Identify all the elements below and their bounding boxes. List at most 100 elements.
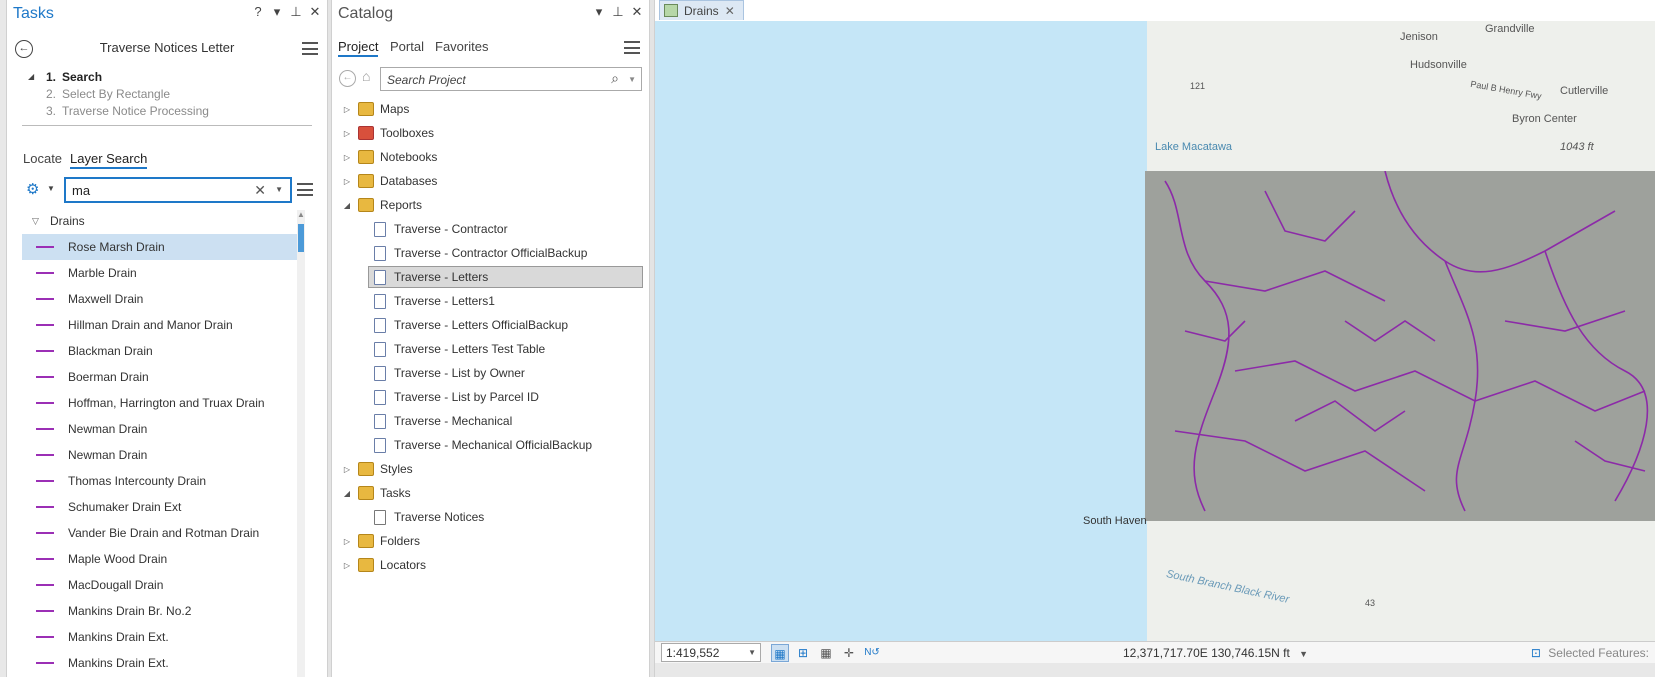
close-icon[interactable]: ✕ <box>631 4 643 20</box>
tab-layer-search[interactable]: Layer Search <box>70 151 148 169</box>
task-step-traverse-notice-processing[interactable]: 3. Traverse Notice Processing <box>22 102 209 119</box>
chevron-down-icon[interactable]: ▼ <box>628 75 636 84</box>
expand-icon[interactable]: ▷ <box>340 177 354 186</box>
chevron-down-icon[interactable]: ▾ <box>271 4 283 20</box>
task-step-select-by-rectangle[interactable]: 2. Select By Rectangle <box>22 85 209 102</box>
clear-icon[interactable]: ✕ <box>254 182 266 199</box>
constraints-icon[interactable]: ⊞ <box>794 644 812 662</box>
map-tab-drains[interactable]: Drains ✕ <box>659 0 744 20</box>
tasks-pane-controls: ? ▾ ⊥ ✕ <box>252 4 321 20</box>
tree-item-report[interactable]: Traverse - Letters1 <box>340 289 643 313</box>
tree-item-toolboxes[interactable]: ▷ Toolboxes <box>340 121 643 145</box>
chevron-down-icon[interactable]: ▼ <box>1299 649 1308 659</box>
result-row[interactable]: Marble Drain <box>22 260 297 286</box>
tree-item-report[interactable]: Traverse - Contractor OfficialBackup <box>340 241 643 265</box>
scale-selector[interactable]: 1:419,552 ▼ <box>661 643 761 662</box>
result-label: Boerman Drain <box>68 370 149 384</box>
expand-icon[interactable]: ▷ <box>340 561 354 570</box>
tree-item-styles[interactable]: ▷ Styles <box>340 457 643 481</box>
tab-project[interactable]: Project <box>338 39 379 57</box>
tree-item-notebooks[interactable]: ▷ Notebooks <box>340 145 643 169</box>
tab-locate[interactable]: Locate <box>23 151 62 166</box>
home-icon[interactable]: ⌂ <box>362 68 370 84</box>
collapse-icon[interactable]: ◢ <box>340 489 354 498</box>
line-symbol-icon <box>36 584 54 586</box>
search-input-value[interactable]: ma <box>72 183 90 198</box>
expand-icon[interactable]: ▷ <box>340 537 354 546</box>
task-step-search[interactable]: ◢ 1. Search <box>22 68 209 85</box>
result-row[interactable]: MacDougall Drain <box>22 572 297 598</box>
result-row[interactable]: Rose Marsh Drain <box>22 234 297 260</box>
result-row[interactable]: Mankins Drain Br. No.2 <box>22 598 297 624</box>
expand-icon[interactable]: ▷ <box>340 465 354 474</box>
line-symbol-icon <box>36 454 54 456</box>
result-row[interactable]: Maxwell Drain <box>22 286 297 312</box>
task-menu-icon[interactable] <box>302 42 318 55</box>
catalog-search-input[interactable]: Search Project ⌕ ▼ <box>380 67 642 91</box>
tree-item-report[interactable]: Traverse - List by Owner <box>340 361 643 385</box>
layer-search-input[interactable]: ma ✕ ▼ <box>64 177 292 203</box>
expand-icon[interactable]: ▷ <box>340 129 354 138</box>
result-row[interactable]: Blackman Drain <box>22 338 297 364</box>
search-icon[interactable]: ⌕ <box>611 70 619 87</box>
result-row[interactable]: Mankins Drain Ext. <box>22 624 297 650</box>
result-row[interactable]: Maple Wood Drain <box>22 546 297 572</box>
scrollbar-thumb[interactable] <box>298 224 304 252</box>
result-row[interactable]: Newman Drain <box>22 442 297 468</box>
result-row[interactable]: Boerman Drain <box>22 364 297 390</box>
tree-item-report[interactable]: Traverse - List by Parcel ID <box>340 385 643 409</box>
tree-item-locators[interactable]: ▷ Locators <box>340 553 643 577</box>
expand-icon[interactable]: ▷ <box>340 105 354 114</box>
chevron-down-icon[interactable]: ▼ <box>47 184 55 193</box>
report-label: Traverse - Letters Test Table <box>394 342 546 356</box>
result-row[interactable]: Thomas Intercounty Drain <box>22 468 297 494</box>
result-row[interactable]: Mankins Drain Ext. <box>22 650 297 676</box>
place-label: Byron Center <box>1512 113 1577 125</box>
tab-portal[interactable]: Portal <box>390 39 424 54</box>
chevron-down-icon[interactable]: ▾ <box>593 4 605 20</box>
crosshair-icon[interactable]: ✛ <box>840 644 858 662</box>
scroll-up-icon[interactable]: ▲ <box>297 210 305 219</box>
catalog-menu-icon[interactable] <box>624 41 640 54</box>
result-row[interactable]: Newman Drain <box>22 416 297 442</box>
filter-settings-icon[interactable]: ⚙ <box>26 180 39 198</box>
search-options-icon[interactable] <box>297 183 313 196</box>
tree-item-folders[interactable]: ▷ Folders <box>340 529 643 553</box>
result-row[interactable]: Hillman Drain and Manor Drain <box>22 312 297 338</box>
tree-item-databases[interactable]: ▷ Databases <box>340 169 643 193</box>
pin-icon[interactable]: ⊥ <box>612 4 624 20</box>
maps-folder-icon <box>358 102 374 116</box>
results-scrollbar[interactable]: ▲ <box>297 210 305 677</box>
close-icon[interactable]: ✕ <box>309 4 321 20</box>
pin-icon[interactable]: ⊥ <box>290 4 302 20</box>
north-arrow-icon[interactable]: N↺ <box>863 644 881 662</box>
back-icon[interactable]: ← <box>339 70 356 87</box>
result-row[interactable]: Hoffman, Harrington and Truax Drain <box>22 390 297 416</box>
tree-item-report[interactable]: Traverse - Letters <box>340 265 643 289</box>
map-canvas[interactable]: Jenison Grandville Hudsonville Cutlervil… <box>655 21 1655 641</box>
result-row[interactable]: Vander Bie Drain and Rotman Drain <box>22 520 297 546</box>
selected-features-indicator[interactable]: ⊡ Selected Features: <box>1531 646 1649 660</box>
results-group-header[interactable]: ▽ Drains <box>22 208 297 234</box>
tree-item-tasks[interactable]: ◢ Tasks <box>340 481 643 505</box>
close-icon[interactable]: ✕ <box>725 4 735 18</box>
tree-item-report[interactable]: Traverse - Letters OfficialBackup <box>340 313 643 337</box>
tree-item-report[interactable]: Traverse - Mechanical OfficialBackup <box>340 433 643 457</box>
tree-item-report[interactable]: Traverse - Mechanical <box>340 409 643 433</box>
result-label: Thomas Intercounty Drain <box>68 474 207 488</box>
tree-item-reports[interactable]: ◢ Reports <box>340 193 643 217</box>
chevron-down-icon[interactable]: ▼ <box>275 185 283 194</box>
tree-item-maps[interactable]: ▷ Maps <box>340 97 643 121</box>
help-icon[interactable]: ? <box>252 4 264 20</box>
result-row[interactable]: Schumaker Drain Ext <box>22 494 297 520</box>
divider <box>22 125 312 126</box>
tree-item-report[interactable]: Traverse - Contractor <box>340 217 643 241</box>
tree-item-task[interactable]: Traverse Notices <box>340 505 643 529</box>
snapping-icon[interactable]: ▦ <box>771 643 789 662</box>
expand-icon[interactable]: ▷ <box>340 153 354 162</box>
collapse-icon[interactable]: ◢ <box>340 201 354 210</box>
chevron-down-icon[interactable]: ▼ <box>748 648 756 657</box>
tree-item-report[interactable]: Traverse - Letters Test Table <box>340 337 643 361</box>
grid-icon[interactable]: ▦ <box>817 644 835 662</box>
tab-favorites[interactable]: Favorites <box>435 39 488 54</box>
